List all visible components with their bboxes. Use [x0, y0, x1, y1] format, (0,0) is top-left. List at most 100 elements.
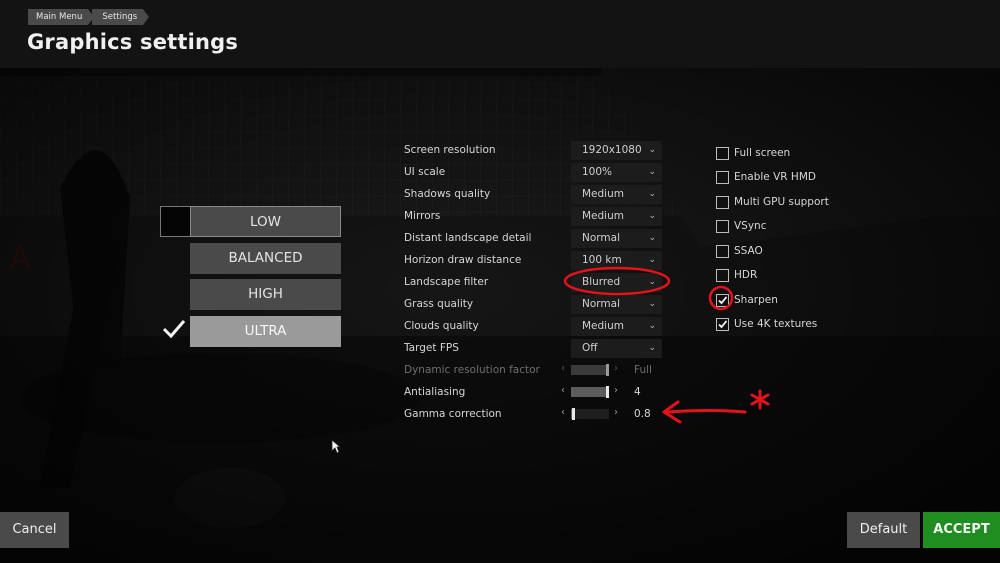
- setting-label-grass-quality: Grass quality: [404, 298, 474, 310]
- gamma-correction-slider[interactable]: [571, 408, 609, 420]
- grass-quality-dropdown[interactable]: Normal ⌄: [571, 295, 662, 314]
- arrow-right-icon[interactable]: ›: [614, 407, 618, 418]
- chevron-down-icon: ⌄: [648, 211, 656, 221]
- checkmark-icon: [162, 320, 186, 339]
- chevron-down-icon: ⌄: [648, 145, 656, 155]
- accept-button[interactable]: ACCEPT: [923, 512, 1000, 548]
- setting-label-antialiasing: Antialiasing: [404, 386, 466, 398]
- setting-label-gamma-correction: Gamma correction: [404, 408, 502, 420]
- chevron-down-icon: ⌄: [648, 299, 656, 309]
- page-title: Graphics settings: [27, 30, 239, 54]
- preset-ultra-button[interactable]: ULTRA: [190, 316, 341, 347]
- dropdown-value: Medium: [582, 188, 624, 200]
- option-label: SSAO: [734, 245, 763, 257]
- setting-label-clouds-quality: Clouds quality: [404, 320, 479, 332]
- preset-low-button[interactable]: LOW: [190, 206, 341, 237]
- arrow-left-icon[interactable]: ‹: [561, 407, 565, 418]
- mouse-cursor-icon: [331, 439, 341, 454]
- slider-thumb[interactable]: [606, 386, 609, 398]
- target-fps-dropdown[interactable]: Off ⌄: [571, 339, 662, 358]
- hangar-background-image: A: [0, 68, 1000, 563]
- checkbox[interactable]: [716, 293, 729, 307]
- preset-balanced-button[interactable]: BALANCED: [190, 243, 341, 274]
- background-scene: A: [0, 68, 1000, 563]
- dynamic-resolution-value: Full: [634, 364, 652, 376]
- checkbox[interactable]: [716, 317, 729, 331]
- checkmark-icon: [718, 295, 728, 304]
- landscape-filter-dropdown[interactable]: Blurred ⌄: [571, 273, 662, 292]
- checkbox[interactable]: [716, 170, 729, 184]
- shadows-quality-dropdown[interactable]: Medium ⌄: [571, 185, 662, 204]
- antialiasing-slider[interactable]: [571, 386, 609, 398]
- setting-label-dynamic-resolution-factor: Dynamic resolution factor: [404, 364, 540, 376]
- option-enable-vr-hmd[interactable]: Enable VR HMD: [716, 170, 816, 184]
- arrow-left-icon[interactable]: ‹: [561, 385, 565, 396]
- arrow-right-icon: ›: [614, 363, 618, 374]
- chevron-down-icon: ⌄: [648, 321, 656, 331]
- setting-label-distant-landscape-detail: Distant landscape detail: [404, 232, 532, 244]
- option-ssao[interactable]: SSAO: [716, 244, 763, 258]
- checkbox[interactable]: [716, 146, 729, 160]
- checkbox[interactable]: [716, 268, 729, 282]
- dropdown-value: Normal: [582, 298, 620, 310]
- chevron-down-icon: ⌄: [648, 189, 656, 199]
- option-label: Enable VR HMD: [734, 171, 816, 183]
- chevron-down-icon: ⌄: [648, 233, 656, 243]
- ui-scale-dropdown[interactable]: 100% ⌄: [571, 163, 662, 182]
- setting-label-landscape-filter: Landscape filter: [404, 276, 489, 288]
- antialiasing-value: 4: [634, 386, 641, 398]
- checkbox[interactable]: [716, 244, 729, 258]
- cancel-button[interactable]: Cancel: [0, 512, 69, 548]
- gamma-correction-value: 0.8: [634, 408, 651, 420]
- option-full-screen[interactable]: Full screen: [716, 146, 790, 160]
- clouds-quality-dropdown[interactable]: Medium ⌄: [571, 317, 662, 336]
- dropdown-value: Medium: [582, 320, 624, 332]
- option-label: Use 4K textures: [734, 318, 818, 330]
- screen-resolution-dropdown[interactable]: 1920x1080 ⌄: [571, 141, 662, 160]
- dropdown-value: Normal: [582, 232, 620, 244]
- distant-landscape-detail-dropdown[interactable]: Normal ⌄: [571, 229, 662, 248]
- setting-label-shadows-quality: Shadows quality: [404, 188, 491, 200]
- default-button[interactable]: Default: [847, 512, 920, 548]
- option-label: VSync: [734, 220, 767, 232]
- dropdown-value: Medium: [582, 210, 624, 222]
- arrow-left-icon: ‹: [561, 363, 565, 374]
- dropdown-value: 100 km: [582, 254, 622, 266]
- dropdown-value: 100%: [582, 166, 613, 178]
- chevron-down-icon: ⌄: [648, 343, 656, 353]
- breadcrumb-main-menu[interactable]: Main Menu: [28, 9, 95, 25]
- setting-label-ui-scale: UI scale: [404, 166, 446, 178]
- slider-thumb[interactable]: [572, 408, 575, 420]
- option-use-4k-textures[interactable]: Use 4K textures: [716, 317, 817, 331]
- checkmark-icon: [718, 319, 728, 328]
- option-label: Multi GPU support: [734, 196, 829, 208]
- option-label: HDR: [734, 269, 758, 281]
- option-vsync[interactable]: VSync: [716, 219, 767, 233]
- header-bar: Main Menu Settings Graphics settings: [0, 0, 1000, 68]
- chevron-down-icon: ⌄: [648, 255, 656, 265]
- option-multi-gpu-support[interactable]: Multi GPU support: [716, 195, 829, 209]
- slider-fill: [571, 365, 609, 375]
- mirrors-dropdown[interactable]: Medium ⌄: [571, 207, 662, 226]
- option-hdr[interactable]: HDR: [716, 268, 757, 282]
- breadcrumb-settings[interactable]: Settings: [92, 9, 150, 25]
- dropdown-value: 1920x1080: [582, 144, 642, 156]
- checkbox[interactable]: [716, 219, 729, 233]
- horizon-draw-distance-dropdown[interactable]: 100 km ⌄: [571, 251, 662, 270]
- breadcrumb: Main Menu Settings: [28, 9, 150, 25]
- slider-fill: [571, 387, 609, 397]
- dropdown-value: Off: [582, 342, 598, 354]
- option-sharpen[interactable]: Sharpen: [716, 293, 778, 307]
- preset-high-button[interactable]: HIGH: [190, 279, 341, 310]
- arrow-right-icon[interactable]: ›: [614, 385, 618, 396]
- setting-label-mirrors: Mirrors: [404, 210, 441, 222]
- slider-thumb: [606, 364, 609, 376]
- setting-label-screen-resolution: Screen resolution: [404, 144, 496, 156]
- checkbox[interactable]: [716, 195, 729, 209]
- dynamic-resolution-slider: [571, 364, 609, 376]
- dropdown-value: Blurred: [582, 276, 621, 288]
- option-label: Full screen: [734, 147, 791, 159]
- chevron-down-icon: ⌄: [648, 167, 656, 177]
- setting-label-horizon-draw-distance: Horizon draw distance: [404, 254, 522, 266]
- setting-label-target-fps: Target FPS: [404, 342, 459, 354]
